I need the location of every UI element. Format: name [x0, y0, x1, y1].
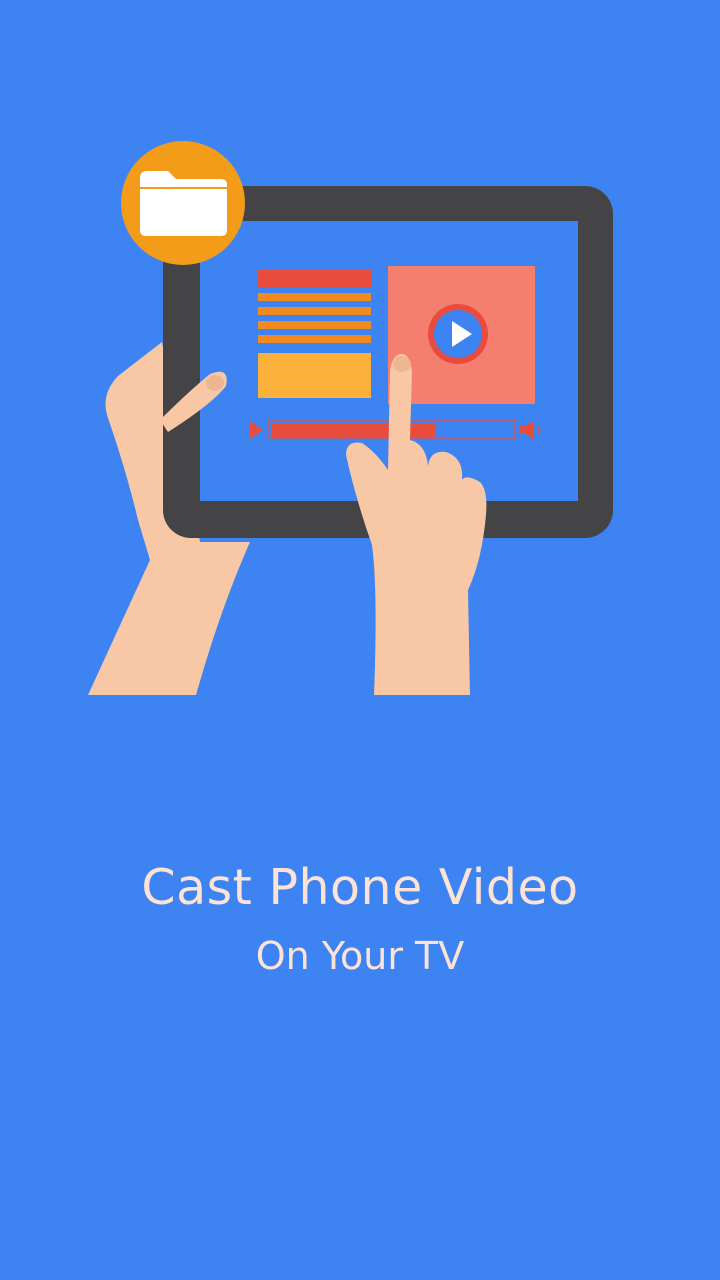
splash-screen: Cast Phone Video On Your TV: [0, 0, 720, 1280]
page-subtitle: On Your TV: [255, 934, 465, 978]
play-icon: [428, 304, 488, 364]
page-title: Cast Phone Video: [141, 859, 579, 916]
tablet-hands-illustration: [88, 141, 613, 695]
folder-icon: [140, 171, 227, 236]
folder-badge: [121, 141, 245, 265]
